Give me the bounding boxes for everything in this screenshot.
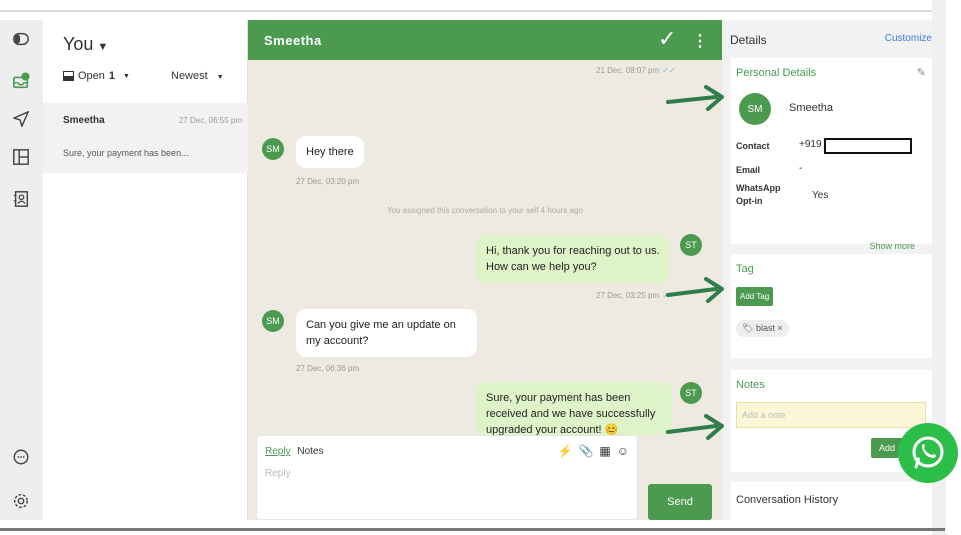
caret-down-icon: ▼ — [216, 74, 224, 81]
chat-title: Smeetha — [264, 33, 322, 48]
note-input[interactable]: Add a note — [736, 402, 926, 428]
resolve-check-icon[interactable]: ✓ — [658, 26, 676, 52]
close-icon[interactable]: × — [777, 323, 782, 333]
contact-avatar: SM — [739, 93, 771, 125]
email-label: Email — [736, 165, 761, 175]
redaction-box — [824, 138, 912, 154]
add-tag-button[interactable]: Add Tag — [736, 287, 774, 306]
optin-label: WhatsApp — [736, 183, 781, 193]
send-icon[interactable] — [10, 108, 32, 130]
inbox-app: You ▼ Open 1 ▼ Newest ▼ Smeetha 27 Dec, 0… — [0, 20, 932, 520]
incoming-message: Can you give me an update on my account? — [296, 309, 477, 357]
bottom-divider — [0, 528, 945, 531]
optin-label-2: Opt-in — [736, 196, 763, 206]
address-book-icon[interactable] — [10, 188, 32, 210]
arrow-icon — [666, 277, 724, 303]
contact-value: +919 — [799, 139, 822, 150]
layout-icon[interactable] — [10, 146, 32, 168]
list-item[interactable]: Smeetha 27 Dec, 06:55 pm Sure, your paym… — [43, 103, 248, 173]
tag-chip-label: blast — [755, 323, 775, 333]
personal-details-card: Personal Details ✎ SM Smeetha Contact +9… — [731, 58, 932, 251]
edit-pencil-icon[interactable]: ✎ — [917, 66, 926, 79]
chat-bubble-icon[interactable] — [10, 446, 32, 468]
caret-down-icon: ▼ — [97, 41, 109, 53]
tag-card: Tag Add Tag 🏷 blast × — [731, 254, 932, 358]
send-button[interactable]: Send — [648, 484, 712, 520]
conversation-preview: Sure, your payment has been... — [63, 148, 189, 158]
inbox-tray-icon — [63, 71, 74, 81]
owner-filter[interactable]: You ▼ — [63, 34, 108, 55]
conversation-history-title: Conversation History — [736, 494, 839, 506]
quick-reply-icon[interactable]: ⚡ — [557, 444, 572, 458]
tab-reply[interactable]: Reply — [265, 446, 291, 457]
contact-label: Contact — [736, 141, 770, 151]
reply-input[interactable]: Reply — [265, 468, 291, 479]
arrow-icon — [666, 414, 724, 440]
status-count: 1 — [108, 70, 116, 82]
contact-avatar: SM — [262, 310, 284, 332]
email-value: - — [799, 163, 803, 174]
chat-header: Smeetha ✓ ⋮ — [248, 20, 722, 60]
contact-name: Smeetha — [789, 102, 834, 114]
system-message: You assigned this conversation to your s… — [387, 206, 583, 215]
caret-down-icon: ▼ — [123, 72, 130, 80]
customize-link[interactable]: Customize — [885, 33, 932, 44]
outgoing-message: Sure, your payment has been received and… — [476, 382, 672, 435]
agent-avatar: ST — [680, 382, 702, 404]
sort-label: Newest — [171, 70, 208, 82]
sort-filter[interactable]: Newest ▼ — [171, 70, 224, 82]
status-label: Open — [78, 70, 105, 82]
screenshot-frame: You ▼ Open 1 ▼ Newest ▼ Smeetha 27 Dec, 0… — [0, 0, 961, 535]
status-filter[interactable]: Open 1 ▼ — [63, 70, 130, 82]
show-more-link[interactable]: Show more — [869, 241, 915, 251]
attachment-icon[interactable]: 📎 — [578, 444, 593, 458]
optin-value: Yes — [812, 190, 829, 201]
message-timestamp: 27 Dec, 03:20 pm — [296, 177, 360, 186]
left-nav — [0, 20, 43, 520]
top-divider — [0, 10, 945, 12]
composer-toolbar: ⚡ 📎 ▦ ☺ — [557, 444, 629, 458]
tag-icon: 🏷 — [742, 323, 754, 333]
contacts-toggle-icon[interactable] — [10, 28, 32, 50]
composer-tabs: Reply Notes — [265, 446, 323, 457]
settings-icon[interactable] — [10, 490, 32, 512]
more-vertical-icon[interactable]: ⋮ — [692, 31, 708, 51]
conversation-name: Smeetha — [63, 115, 105, 126]
whatsapp-icon[interactable] — [898, 423, 958, 483]
chat-panel: Smeetha ✓ ⋮ 21 Dec, 08:07 pm ✓✓ SM Hey th… — [248, 20, 722, 520]
tag-title: Tag — [736, 263, 754, 275]
conversation-list: You ▼ Open 1 ▼ Newest ▼ Smeetha 27 Dec, 0… — [43, 20, 248, 520]
message-timestamp: 21 Dec, 08:07 pm ✓✓ — [596, 66, 676, 75]
conversation-history-card: Conversation History — [731, 482, 932, 520]
agent-avatar: ST — [680, 234, 702, 256]
details-title: Details — [730, 33, 767, 47]
tab-notes[interactable]: Notes — [297, 446, 323, 457]
personal-details-title: Personal Details — [736, 67, 817, 79]
incoming-message: Hey there — [296, 136, 364, 168]
message-timestamp: 27 Dec, 06:36 pm — [296, 364, 360, 373]
outgoing-message: Hi, thank you for reaching out to us. Ho… — [476, 235, 670, 283]
tag-chip[interactable]: 🏷 blast × — [736, 320, 789, 337]
notes-title: Notes — [736, 379, 765, 391]
template-icon[interactable]: ▦ — [599, 444, 610, 458]
arrow-icon — [666, 85, 724, 111]
read-ticks-icon: ✓✓ — [662, 66, 676, 75]
inbox-icon[interactable] — [10, 70, 32, 92]
reply-composer: Reply Notes Reply ⚡ 📎 ▦ ☺ — [256, 435, 638, 520]
contact-avatar: SM — [262, 138, 284, 160]
owner-label: You — [63, 34, 94, 54]
conversation-time: 27 Dec, 06:55 pm — [178, 116, 242, 125]
emoji-icon[interactable]: ☺ — [617, 444, 629, 458]
message-timestamp: 27 Dec, 03:25 pm✓✓ — [596, 291, 676, 300]
